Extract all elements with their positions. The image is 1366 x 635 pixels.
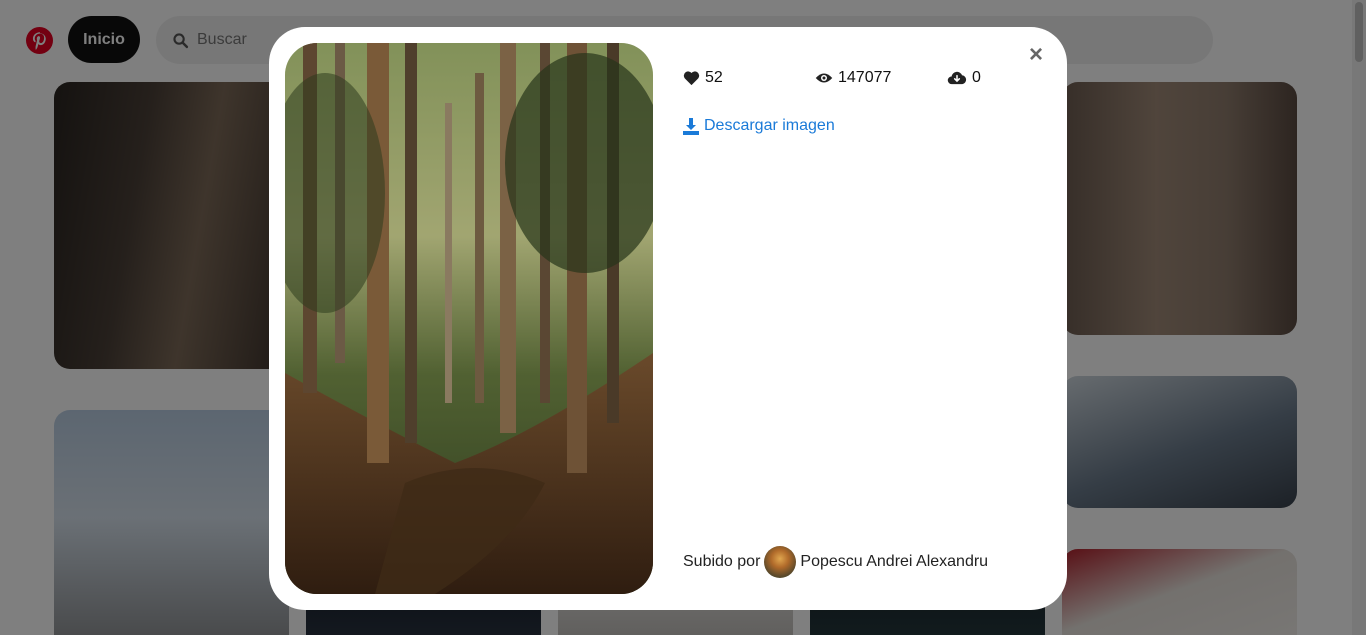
forest-photo — [285, 43, 653, 594]
views-stat: 147077 — [815, 69, 891, 87]
close-button[interactable]: × — [1026, 43, 1046, 67]
download-image-link[interactable]: Descargar imagen — [683, 117, 835, 135]
likes-stat: 52 — [683, 69, 723, 87]
uploader-name[interactable]: Popescu Andrei Alexandru — [800, 553, 988, 571]
download-label[interactable]: Descargar imagen — [704, 117, 835, 135]
eye-icon — [815, 73, 833, 83]
avatar[interactable] — [764, 546, 797, 578]
uploader-info: Subido por Popescu Andrei Alexandru — [683, 546, 988, 578]
download-icon — [683, 117, 699, 135]
cloud-download-icon — [947, 71, 967, 85]
image-detail-modal: × 52 147077 0 Descargar imagen Subido po… — [269, 27, 1067, 610]
downloads-count: 0 — [972, 69, 981, 86]
views-count: 147077 — [838, 69, 892, 86]
downloads-stat: 0 — [947, 69, 981, 87]
uploaded-by-label: Subido por — [683, 553, 761, 570]
likes-count: 52 — [705, 69, 723, 86]
heart-icon — [683, 71, 700, 86]
